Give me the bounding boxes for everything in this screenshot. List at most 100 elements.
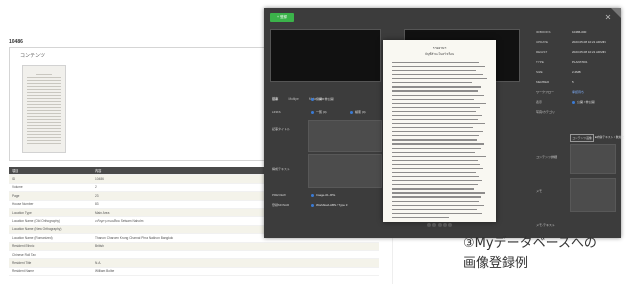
table-value-cell: N.A. [92,258,379,268]
page-dot[interactable] [427,223,432,227]
field-preview: PREVIEW Image-01.JPG [272,192,380,200]
page-dot[interactable] [442,223,447,227]
text-line [392,200,480,202]
document-subtitle: บัญชีสำมะโนครัวเรือน [424,52,455,56]
text-line [392,180,483,182]
meta-display: 表示 公開 / 非公開 [536,99,616,107]
radio-icon [311,110,314,114]
meta-update: UPDATE 2023.05.08 10:21 ADMIN [536,40,606,44]
meta-regist: REGIST 2023.05.08 10:21 ADMIN [536,50,606,54]
table-key-cell: Location Name (New Orthography) [9,225,92,235]
page-dot[interactable] [447,223,452,227]
text-line [392,147,482,149]
field-label: 構成テキスト [272,167,290,171]
page-dot[interactable] [432,223,437,227]
table-key-cell: Resident Name [9,267,92,277]
radio-icon [311,97,314,101]
text-line [392,98,474,100]
text-line [392,139,477,141]
links-radio[interactable]: 一覧 (4) [311,110,327,114]
table-row: Chinese Roll Tax [9,250,379,260]
meta-category: 写真/カテゴリ [536,110,555,114]
meta-memo-text: メモ-テキスト [536,223,555,227]
document-title: รายงานฯ [432,46,447,50]
text-line [392,155,487,157]
form-tabs: 基本 Multipe Meta/Data [272,85,380,101]
radio-icon [350,110,353,114]
text-line [392,188,474,190]
table-key-cell: Location Name (Old Orthography) [9,216,92,226]
register-button[interactable]: + 登録 [270,13,294,22]
text-line [392,159,478,161]
caption-line-1: ③Myデータベースへの [463,236,597,251]
meta-type: TYPE PLANT/001 [536,60,588,64]
text-line [392,176,480,178]
document-preview[interactable]: รายงานฯ บัญชีสำมะโนครัวเรือน [383,40,496,227]
table-row: Resident Ethnic British [9,242,379,251]
preview-file[interactable]: Image-01.JPG [311,193,335,197]
file-icon [311,203,314,207]
text-line [392,167,484,170]
table-row: Resident Name William Bolbe [9,267,379,277]
table-row: Resident Title N.A. [9,258,379,268]
meta-workflow: ワークフロー 承認待ち [536,89,616,97]
table-key-cell: Page [9,191,92,201]
text-line [392,151,475,153]
text-line [392,123,486,125]
public-radio[interactable]: 公開 / 非公開 [311,97,334,101]
table-key-cell: Location Type [9,208,92,218]
record-id: 10486 [9,39,23,45]
table-key-cell: Chinese Roll Tax [9,250,92,260]
text-line [392,70,476,72]
table-key-cell: Resident Ethnic [9,242,92,251]
display-radio[interactable]: 公開 / 非公開 [572,100,616,104]
text-line [392,184,478,186]
text-line [392,82,472,84]
body-text-input[interactable] [308,154,382,188]
caption-line-2: 画像登録例 [463,256,529,271]
text-line [392,118,479,121]
close-icon[interactable] [603,12,613,22]
article-title-input[interactable] [308,120,382,152]
field-label: 公開 [272,97,279,101]
table-value-cell: British [92,242,379,251]
table-key-cell: 項目 [9,167,92,176]
text-line [392,74,484,76]
field-public: 公開 公開 / 非公開 [272,96,380,104]
text-line [392,131,484,133]
field-label: LINKS [272,110,281,114]
meta-id: ID/BOOKS 10486-000 [536,30,587,34]
meta-member: MEMBER 5 [536,80,574,84]
text-line [392,135,480,137]
links-search[interactable]: 検索 (4) [350,110,366,114]
table-key-cell: ID [9,174,92,184]
text-line [392,65,486,68]
field-label: 登録MONAR [272,203,290,207]
field-monar: 登録MONAR WorkflowLABS / Type 3 [272,202,380,210]
detail-input[interactable] [570,144,616,174]
text-line [392,143,485,145]
field-label: PREVIEW [272,193,286,197]
file-icon [311,193,314,197]
meta-size: SIZE 2.2MB [536,70,581,74]
media-preview-left [270,29,381,82]
text-line [392,172,476,174]
field-label: 記事タイトル [272,127,291,131]
content-image-chip[interactable]: コンテンツ画像 [570,134,594,142]
text-line [392,196,482,198]
text-line [392,106,481,108]
table-key-cell: Location Name (Romanized) [9,233,92,243]
text-line [392,163,481,166]
memo-input[interactable] [570,178,616,212]
page-dot[interactable] [437,223,442,227]
text-line [392,94,485,96]
chip-description: ■内容テキスト / 無効化 [595,135,625,139]
workflow-link[interactable]: 承認待ち [572,90,616,94]
document-thumbnail[interactable] [22,65,66,153]
monar-value[interactable]: WorkflowLABS / Type 3 [311,203,347,207]
text-line [392,86,482,88]
text-line [392,90,478,92]
table-value-cell: William Bolbe [92,267,379,277]
text-line [392,110,476,113]
field-links: LINKS 一覧 (4) 検索 (4) [272,109,380,117]
